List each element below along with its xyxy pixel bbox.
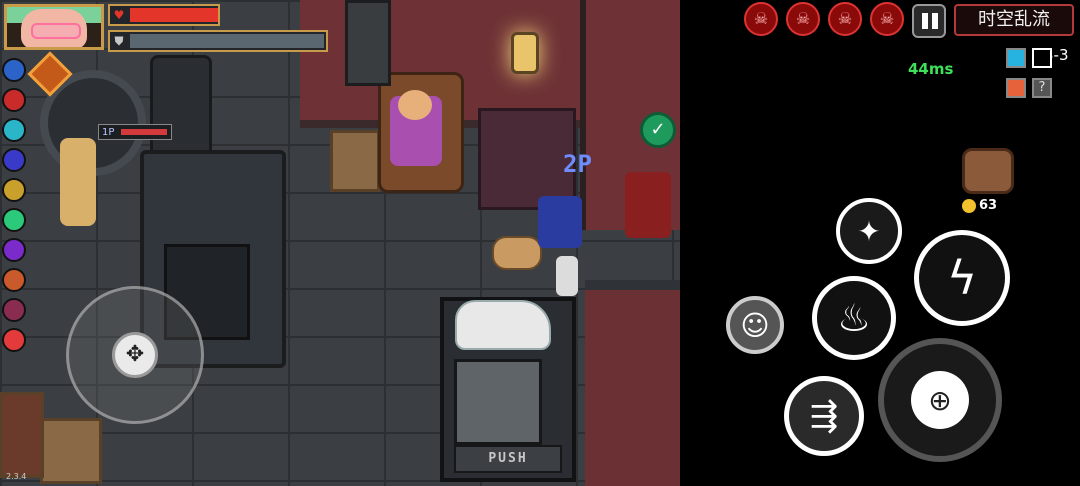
minimap-shop-icon [1006, 78, 1026, 98]
npc-blonde-girl[interactable] [60, 138, 96, 226]
version-label: 2.3.4 [6, 472, 27, 481]
minimap-unknown-icon: ? [1032, 78, 1052, 98]
ready-check-icon: ✓ [640, 112, 676, 148]
weapon-swap-button[interactable]: ✦ [836, 198, 902, 264]
flame-icon: ♨ [836, 296, 872, 340]
coin-count: 63 [979, 198, 998, 213]
p1-label: 1P [102, 127, 115, 138]
enemy-character [625, 172, 671, 238]
buff-icon[interactable] [2, 88, 26, 112]
buff-list [2, 58, 30, 358]
backpack-button[interactable] [962, 148, 1014, 194]
p1-health [121, 129, 167, 135]
buff-icon[interactable] [2, 178, 26, 202]
pause-icon-bar [932, 13, 938, 29]
player-character [538, 196, 582, 248]
dash-arrows-icon: ⇶ [809, 396, 839, 436]
p2-tag: 2P [563, 150, 592, 178]
weapon-swap-icon: ✦ [857, 214, 881, 248]
buff-icon[interactable] [2, 208, 26, 232]
health-bar: ♥ [108, 4, 220, 26]
coin-icon [962, 198, 976, 213]
ping-readout: 44ms [908, 60, 954, 78]
lightning-icon: ϟ [946, 251, 978, 305]
minimap-room-icon [1032, 48, 1052, 68]
shield-icon: ⛊ [114, 34, 124, 48]
buff-icon[interactable] [2, 268, 26, 292]
pet-dog [492, 236, 542, 270]
demon-face-icon: ☠ [786, 2, 820, 36]
buff-icon[interactable] [2, 328, 26, 352]
crosshair-icon: ⊕ [911, 371, 969, 429]
demon-face-icon: ☠ [870, 2, 904, 36]
demon-face-icon: ☠ [744, 2, 778, 36]
attack-button[interactable]: ⊕ [878, 338, 1002, 462]
health-fill [130, 8, 218, 22]
ghost-companion [556, 256, 578, 296]
p1-tag: 1P [98, 124, 172, 140]
player-portrait [4, 4, 104, 50]
heart-icon: ♥ [113, 8, 125, 22]
buff-icon[interactable] [2, 148, 26, 172]
npc-head [398, 90, 432, 120]
wall-lamp [345, 0, 391, 86]
emote-button[interactable]: ☺ [726, 296, 784, 354]
white-cat [455, 300, 551, 350]
pause-button[interactable] [912, 4, 946, 38]
buff-icon[interactable] [2, 118, 26, 142]
dpad-icon[interactable]: ✥ [112, 332, 158, 378]
coin-counter: 63 [962, 198, 997, 216]
cabinet [0, 392, 44, 478]
special-skill-button[interactable]: ϟ [914, 230, 1010, 326]
vending-push-button[interactable]: PUSH [454, 445, 562, 473]
skill-button[interactable]: ♨ [812, 276, 896, 360]
buff-icon[interactable] [2, 238, 26, 262]
item-table [478, 108, 576, 210]
shield-bar: ⛊ [108, 30, 328, 52]
boss-tracker: ☠ ☠ ☠ ☠ [744, 2, 906, 38]
demon-face-icon: ☠ [828, 2, 862, 36]
mode-title[interactable]: 时空乱流 [954, 4, 1074, 36]
wooden-crate [330, 130, 380, 192]
dash-button[interactable]: ⇶ [784, 376, 864, 456]
vending-window [454, 359, 542, 445]
buff-icon[interactable] [2, 298, 26, 322]
hanging-lantern [505, 4, 539, 76]
minimap-room-icon [1006, 48, 1026, 68]
buff-icon[interactable] [2, 58, 26, 82]
pause-icon [922, 13, 928, 29]
energy-fill [130, 34, 324, 48]
smile-icon: ☺ [740, 308, 770, 342]
wooden-crate [40, 418, 102, 484]
